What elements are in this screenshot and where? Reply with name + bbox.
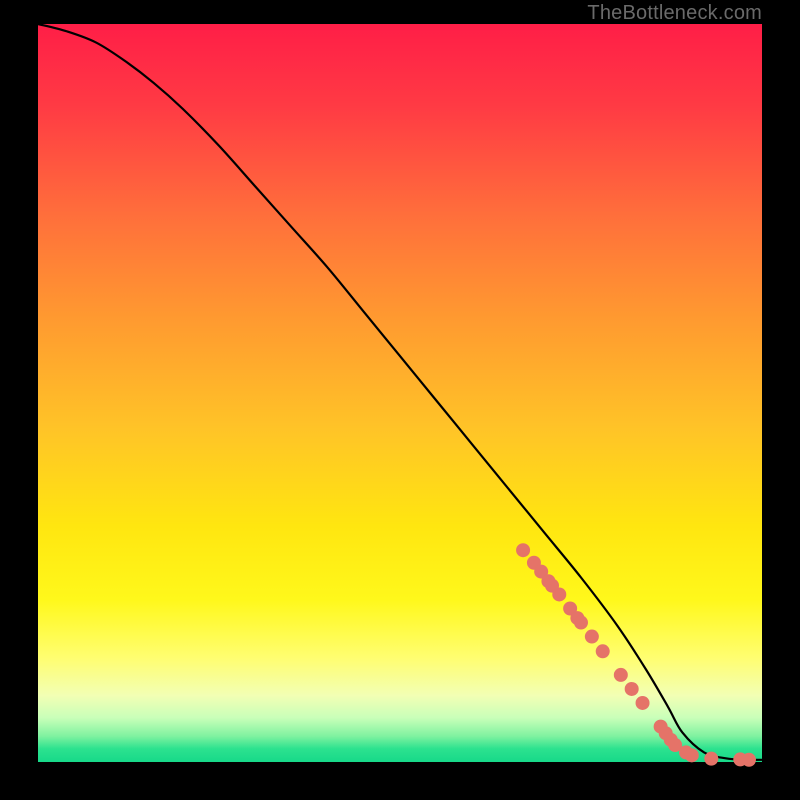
data-point bbox=[552, 587, 566, 601]
chart-svg bbox=[38, 24, 762, 762]
watermark-text: TheBottleneck.com bbox=[587, 2, 762, 25]
bottleneck-curve bbox=[38, 24, 762, 760]
data-point bbox=[574, 616, 588, 630]
data-point bbox=[742, 753, 756, 767]
data-point bbox=[704, 752, 718, 766]
chart-frame: TheBottleneck.com bbox=[0, 0, 800, 800]
data-point bbox=[614, 668, 628, 682]
curve-path-group bbox=[38, 24, 762, 760]
data-point bbox=[516, 543, 530, 557]
data-point bbox=[636, 696, 650, 710]
data-point bbox=[585, 630, 599, 644]
plot-area bbox=[38, 24, 762, 762]
data-point bbox=[625, 682, 639, 696]
data-point bbox=[596, 644, 610, 658]
data-point bbox=[685, 748, 699, 762]
